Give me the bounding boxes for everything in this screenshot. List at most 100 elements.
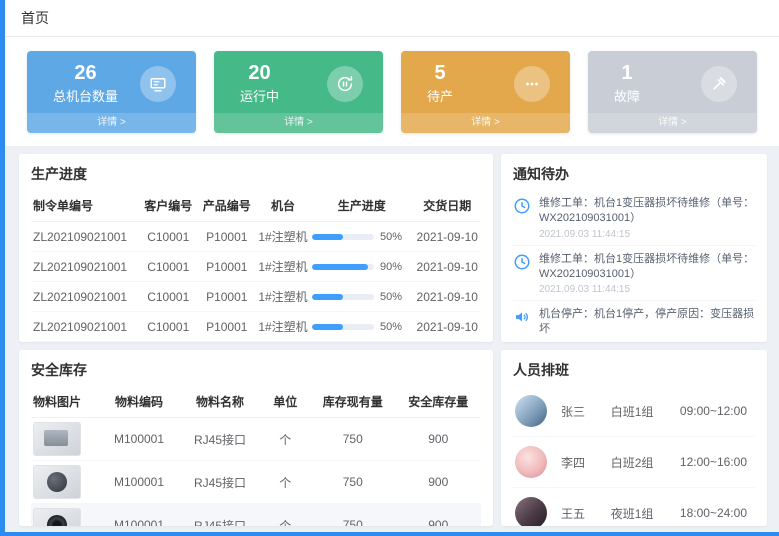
person-time: 12:00~16:00 [680,455,753,469]
progress-bar [312,264,374,270]
material-image-cell [31,461,99,504]
tools-icon [701,66,737,102]
accent-edge-bottom [0,532,779,536]
avatar [515,497,547,526]
production-panel-title: 生产进度 [31,164,481,184]
person-time: 09:00~12:00 [680,404,753,418]
material-name: RJ45接口 [180,504,261,527]
column-header: 交货日期 [414,190,482,222]
product-no: P10001 [198,252,257,282]
progress-cell: 90% [310,252,414,282]
customer-no: C10001 [139,252,198,282]
stat-card-body: 1 故障 [588,51,757,113]
machine: 1#注塑机 [256,282,310,312]
material-unit: 个 [261,418,311,461]
machine-icon [140,66,176,102]
table-row: ZL202109021001 C10001 P10001 1#注塑机 50% 2… [31,342,481,343]
inventory-panel-title: 安全库存 [31,360,481,380]
detail-link[interactable]: 详情 > [214,113,383,133]
avatar [515,395,547,427]
detail-link[interactable]: 详情 > [401,113,570,133]
table-row: ZL202109021001 C10001 P10001 1#注塑机 90% 2… [31,252,481,282]
customer-no: C10001 [139,222,198,252]
notification-text: 机台停产：机台1停产，停产原因：变压器损坏 [539,307,755,337]
notifications-panel: 通知待办 维修工单：机台1变压器损坏待维修（单号：WX202109031001）… [501,154,767,342]
inventory-table: 物料图片 物料编码 物料名称 单位 库存现有量 安全库存量 M100001 RJ… [31,386,481,526]
column-header: 单位 [261,386,311,418]
column-header: 物料名称 [180,386,261,418]
column-header: 物料图片 [31,386,99,418]
schedule-row: 王五 夜班1组 18:00~24:00 [513,488,755,526]
column-header: 生产进度 [310,190,414,222]
detail-link[interactable]: 详情 > [27,113,196,133]
table-header-row: 物料图片 物料编码 物料名称 单位 库存现有量 安全库存量 [31,386,481,418]
delivery-date: 2021-09-10 [414,282,482,312]
table-row: ZL202109021001 C10001 P10001 1#注塑机 50% 2… [31,282,481,312]
material-unit: 个 [261,461,311,504]
stat-label: 运行中 [240,86,279,105]
progress-label: 50% [380,231,402,243]
customer-no: C10001 [139,342,198,343]
stock-quantity: 750 [310,461,396,504]
stat-label: 故障 [614,86,640,105]
accent-edge-left [0,0,5,536]
stat-card-body: 5 待产 [401,51,570,113]
product-no: P10001 [198,312,257,342]
material-name: RJ45接口 [180,461,261,504]
product-no: P10001 [198,222,257,252]
notification-time: 2021.09.03 11:44:15 [539,229,755,240]
progress-bar [312,294,374,300]
column-header: 制令单编号 [31,190,139,222]
safety-stock-quantity: 900 [396,504,482,527]
table-row: M100001 RJ45接口 个 750 900 [31,461,481,504]
stat-label: 总机台数量 [53,86,118,105]
order-no: ZL202109021001 [31,252,139,282]
progress-cell: 50% [310,342,414,343]
order-no: ZL202109021001 [31,222,139,252]
machine: 1#注塑机 [256,252,310,282]
notification-text: 维修工单：机台1变压器损坏待维修（单号：WX202109031001） [539,252,755,282]
stat-cards-band: 26 总机台数量 详情 > 20 运行中 详情 > [5,37,779,146]
material-code: M100001 [99,418,180,461]
column-header: 机台 [256,190,310,222]
product-no: P10001 [198,342,257,343]
machine: 1#注塑机 [256,312,310,342]
production-panel: 生产进度 制令单编号 客户编号 产品编号 机台 生产进度 交货日期 ZL2021 [19,154,493,342]
person-time: 18:00~24:00 [680,506,753,520]
person-shift: 白班1组 [611,403,680,420]
stat-card-total-machines: 26 总机台数量 详情 > [27,51,196,133]
topbar: 首页 [5,0,779,37]
person-name: 张三 [561,403,611,420]
material-code: M100001 [99,504,180,527]
schedule-row: 李四 白班2组 12:00~16:00 [513,437,755,488]
material-code: M100001 [99,461,180,504]
material-image-cell [31,418,99,461]
table-row: ZL202109021001 C10001 P10001 1#注塑机 50% 2… [31,312,481,342]
table-row: M100001 RJ45接口 个 750 900 [31,418,481,461]
material-image [33,465,81,499]
machine: 1#注塑机 [256,222,310,252]
stat-card-body: 26 总机台数量 [27,51,196,113]
tab-home[interactable]: 首页 [21,8,49,28]
notification-item[interactable]: 维修工单：机台1变压器损坏待维修（单号：WX202109031001） 2021… [513,190,755,246]
material-name: RJ45接口 [180,418,261,461]
notification-item[interactable]: 维修工单：机台1变压器损坏待维修（单号：WX202109031001） 2021… [513,246,755,302]
column-header: 客户编号 [139,190,198,222]
detail-link[interactable]: 详情 > [588,113,757,133]
speaker-icon [513,307,531,337]
ellipsis-icon [514,66,550,102]
schedule-panel-title: 人员排班 [513,360,755,380]
progress-cell: 50% [310,312,414,342]
notification-item[interactable]: 机台停产：机台1停产，停产原因：变压器损坏 [513,301,755,342]
progress-bar [312,234,374,240]
progress-label: 90% [380,261,402,273]
table-header-row: 制令单编号 客户编号 产品编号 机台 生产进度 交货日期 [31,190,481,222]
stat-label: 待产 [427,86,453,105]
notifications-panel-title: 通知待办 [513,164,755,184]
notification-time: 2021.09.03 11:44:15 [539,284,755,295]
column-header: 库存现有量 [310,386,396,418]
safety-stock-quantity: 900 [396,418,482,461]
schedule-panel: 人员排班 张三 白班1组 09:00~12:00 李四 白班2组 12:00~1… [501,350,767,526]
inventory-panel: 安全库存 物料图片 物料编码 物料名称 单位 库存现有量 安全库存量 [19,350,493,526]
column-header: 物料编码 [99,386,180,418]
